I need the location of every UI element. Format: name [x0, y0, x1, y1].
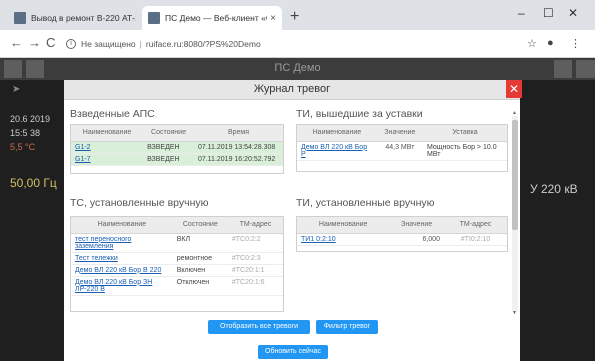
back-icon[interactable]: ← — [10, 36, 23, 50]
ti-over-setpoint: Мощность Бор > 10.0 МВт — [422, 141, 507, 161]
table-row[interactable]: Демо ВЛ 220 кВ Бор Р 44,3 МВт Мощность Б… — [297, 141, 507, 161]
time-display: 15:5 38 — [10, 128, 41, 138]
aps-section-title: Взведенные АПС — [70, 108, 155, 120]
ts-name-link[interactable]: Тест тележки — [71, 252, 173, 265]
security-status: Не защищено — [81, 39, 136, 49]
ts-manual-table: Наименование Состояние ТМ-адрес тест пер… — [70, 216, 284, 312]
browser-tab-inactive[interactable]: Вывод в ремонт В-220 АТ-1 — | × — [8, 6, 142, 30]
aps-col-state: Состояние — [143, 125, 194, 142]
alarm-log-modal: Журнал тревог ✕ Взведенные АПС Наименова… — [64, 80, 522, 361]
ti-manual-name-link[interactable]: ТИ1 0:2:10 — [297, 233, 390, 246]
ts-name-link[interactable]: Демо ВЛ 220 кВ Бор В 220 — [71, 264, 173, 277]
window-close-icon[interactable]: ✕ — [568, 6, 578, 20]
minimize-icon[interactable]: – — [518, 6, 525, 20]
table-row[interactable]: Тест тележки ремонтное #TC0:2:3 — [71, 252, 283, 265]
warning-icon[interactable] — [554, 60, 572, 78]
header-extra-icon[interactable] — [576, 60, 595, 78]
tab-title: ПС Демо — Веб-клиент «ОИК Д — [165, 13, 267, 23]
ts-state: ВКЛ — [172, 233, 228, 253]
refresh-now-button[interactable]: Обновить сейчас — [258, 345, 328, 359]
browser-toolbar: ← → C i Не защищено | ruiface.ru:8080/?P… — [0, 30, 595, 58]
ti-over-section-title: ТИ, вышедшие за уставки — [296, 108, 423, 120]
ts-col-state: Состояние — [172, 217, 228, 234]
ts-addr: #TC20:1:6 — [227, 276, 283, 296]
browser-menu-icon[interactable]: ⋮ — [570, 37, 581, 50]
browser-tab-strip: Вывод в ремонт В-220 АТ-1 — | × ПС Демо … — [0, 0, 595, 30]
aps-table: Наименование Состояние Время G1-2 ВЗВЕДЕ… — [70, 124, 284, 174]
table-row[interactable]: Демо ВЛ 220 кВ Бор ЗН ЛР-220 В Отключен … — [71, 276, 283, 296]
left-panel: ➤ 20.6 2019 15:5 38 5,5 °C 50,00 Гц — [0, 80, 64, 361]
ti-manual-section-title: ТИ, установленные вручную — [296, 197, 435, 209]
table-row[interactable]: Демо ВЛ 220 кВ Бор В 220 Включен #TC20:1… — [71, 264, 283, 277]
ti-manual-col-value: Значение — [389, 217, 444, 234]
ti-manual-col-addr: ТМ-адрес — [443, 217, 507, 234]
scrollbar-thumb[interactable] — [512, 120, 518, 230]
ti-manual-table: Наименование Значение ТМ-адрес ТИ1 0:2:1… — [296, 216, 508, 252]
aps-time: 07.11.2019 13:54:28.308 — [193, 141, 283, 154]
new-tab-icon[interactable]: + — [290, 8, 299, 26]
aps-name-link[interactable]: G1-2 — [71, 141, 144, 154]
aps-name-link[interactable]: G1-7 — [71, 153, 144, 166]
forward-icon[interactable]: → — [28, 36, 41, 50]
ti-over-value: 44,3 МВт — [376, 141, 423, 161]
scroll-down-icon[interactable]: ▼ — [512, 310, 517, 316]
date-display: 20.6 2019 — [10, 114, 51, 124]
tab-favicon-icon — [14, 12, 26, 24]
frequency-display: 50,00 Гц — [10, 176, 57, 190]
aps-col-time: Время — [193, 125, 283, 142]
aps-col-name: Наименование — [71, 125, 144, 142]
show-all-alarms-button[interactable]: Отобразить все тревоги — [208, 320, 310, 334]
address-bar[interactable]: i Не защищено | ruiface.ru:8080/?PS%20De… — [66, 35, 506, 53]
tab-title: Вывод в ремонт В-220 АТ-1 — | × — [31, 13, 136, 23]
ts-col-name: Наименование — [71, 217, 173, 234]
browser-tab-active[interactable]: ПС Демо — Веб-клиент «ОИК Д × — [142, 6, 282, 30]
ts-col-addr: ТМ-адрес — [227, 217, 283, 234]
ts-manual-section-title: ТС, установленные вручную — [70, 197, 209, 209]
ti-over-col-name: Наименование — [297, 125, 377, 142]
ti-over-table: Наименование Значение Уставка Демо ВЛ 22… — [296, 124, 508, 172]
ts-addr: #TC20:1:1 — [227, 264, 283, 277]
app-header: ПС Демо — [0, 58, 595, 80]
ts-addr: #TC0:2:2 — [227, 233, 283, 253]
tab-close-icon[interactable]: × — [270, 13, 276, 24]
address-separator: | — [139, 39, 142, 49]
ti-manual-col-name: Наименование — [297, 217, 390, 234]
ts-state: ремонтное — [172, 252, 228, 265]
ts-addr: #TC0:2:3 — [227, 252, 283, 265]
info-icon[interactable]: i — [66, 39, 76, 49]
bookmark-star-icon[interactable]: ☆ — [527, 37, 537, 50]
ti-manual-addr: #TI0:2:10 — [443, 233, 507, 246]
aps-state: ВЗВЕДЕН — [143, 153, 194, 166]
table-row[interactable]: тест переносного заземления ВКЛ #TC0:2:2 — [71, 233, 283, 253]
aps-state: ВЗВЕДЕН — [143, 141, 194, 154]
ti-manual-value: 6,000 — [389, 233, 444, 246]
voltage-label: У 220 кВ — [530, 182, 578, 196]
table-row[interactable]: ТИ1 0:2:10 6,000 #TI0:2:10 — [297, 233, 507, 246]
ti-over-col-value: Значение — [376, 125, 423, 142]
right-panel: У 220 кВ — [520, 80, 595, 361]
modal-close-button[interactable]: ✕ — [506, 80, 522, 98]
ts-state: Отключен — [172, 276, 228, 296]
ts-name-link[interactable]: тест переносного заземления — [71, 233, 173, 253]
account-icon[interactable]: ● — [547, 37, 554, 49]
aps-time: 07.11.2019 16:20:52.792 — [193, 153, 283, 166]
app-title: ПС Демо — [274, 62, 321, 74]
pointer-icon: ➤ — [12, 84, 21, 95]
tab-favicon-icon — [148, 12, 160, 24]
ti-over-name-link[interactable]: Демо ВЛ 220 кВ Бор Р — [297, 141, 377, 161]
ti-over-col-setpoint: Уставка — [422, 125, 507, 142]
maximize-icon[interactable]: ☐ — [543, 6, 554, 20]
modal-title: Журнал тревог — [253, 83, 331, 95]
modal-header: Журнал тревог — [64, 80, 520, 100]
reload-icon[interactable]: C — [46, 36, 55, 50]
ts-state: Включен — [172, 264, 228, 277]
temperature-display: 5,5 °C — [10, 142, 36, 152]
table-row[interactable]: G1-2 ВЗВЕДЕН 07.11.2019 13:54:28.308 — [71, 141, 283, 154]
table-row[interactable]: G1-7 ВЗВЕДЕН 07.11.2019 16:20:52.792 — [71, 153, 283, 166]
ts-name-link[interactable]: Демо ВЛ 220 кВ Бор ЗН ЛР-220 В — [71, 276, 173, 296]
modal-scrollbar[interactable] — [512, 116, 518, 312]
url-text: ruiface.ru:8080/?PS%20Demo — [145, 39, 261, 49]
alarm-filter-button[interactable]: Фильтр тревог — [316, 320, 378, 334]
